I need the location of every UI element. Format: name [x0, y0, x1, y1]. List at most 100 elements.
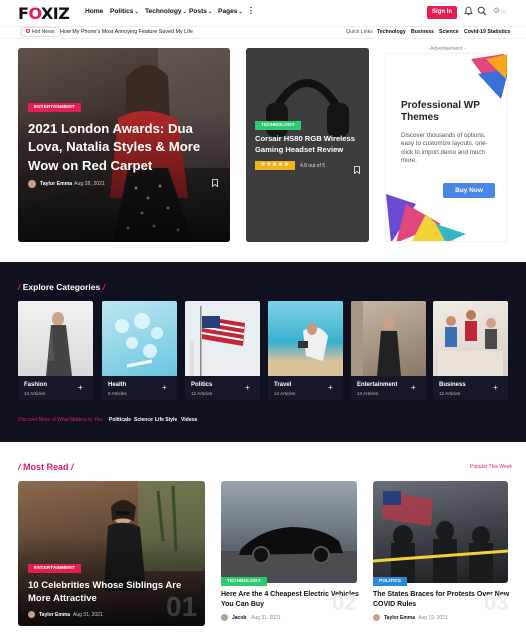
category-badge[interactable]: POLITICS	[373, 577, 408, 586]
category-name: Travel	[274, 382, 292, 388]
category-name: Fashion	[24, 382, 48, 388]
category-card-health[interactable]: Health 9 Articles +	[102, 301, 177, 405]
plus-icon[interactable]: +	[411, 383, 416, 392]
plus-icon[interactable]: +	[162, 383, 167, 392]
category-count: 9 Articles	[108, 391, 127, 396]
quick-link-business[interactable]: Business	[411, 29, 434, 35]
plus-icon[interactable]: +	[328, 383, 333, 392]
category-card-fashion[interactable]: Fashion 14 Articles +	[18, 301, 93, 405]
bookmark-icon[interactable]	[212, 179, 218, 189]
ad-text: Discover thousands of options, easy to c…	[401, 132, 488, 165]
nav-home[interactable]: Home	[85, 8, 103, 15]
author-name[interactable]: Taylor Emma	[40, 181, 72, 187]
buy-now-button[interactable]: Buy Now	[443, 183, 495, 198]
discover-label: Discover More of What Matters to You:	[18, 417, 104, 423]
category-bar: Travel 14 Articles +	[268, 376, 343, 400]
rank-number: 01	[166, 591, 198, 622]
category-image	[268, 301, 343, 376]
category-card-business[interactable]: Business 12 Articles +	[433, 301, 508, 405]
category-name: Health	[108, 382, 127, 388]
bell-icon[interactable]	[464, 6, 473, 18]
discover-link-science[interactable]: Science	[134, 417, 153, 423]
hero-second-card[interactable]: TECHNOLOGY Corsair HS80 RGB Wireless Gam…	[246, 48, 369, 242]
plus-icon[interactable]: +	[493, 383, 498, 392]
advertisement-label: - Advertisement -	[427, 46, 466, 52]
avatar	[28, 611, 35, 618]
most-read-title: / Most Read /	[18, 462, 74, 472]
nav-label: Posts	[189, 8, 207, 15]
chevron-down-icon: ⌄	[134, 9, 139, 15]
logo-end: XIZ	[40, 4, 70, 23]
category-card-travel[interactable]: Travel 14 Articles +	[268, 301, 343, 405]
nav-technology[interactable]: Technology⌄	[145, 8, 187, 15]
quick-link-covid[interactable]: Covid-19 Statistics	[464, 29, 510, 35]
nav-label: Home	[85, 8, 104, 15]
nav-posts[interactable]: Posts⌄	[189, 8, 212, 15]
category-bar: Entertainment 13 Articles +	[351, 376, 426, 400]
plus-icon[interactable]: +	[245, 383, 250, 392]
most-read-card-1[interactable]: ENTERTAINMENT 10 Celebrities Whose Sibli…	[18, 481, 205, 626]
more-menu-icon[interactable]: ⋮	[247, 6, 255, 15]
protest-image	[373, 491, 508, 583]
category-image	[185, 301, 260, 376]
gear-icon[interactable]: ⚙	[493, 6, 500, 15]
category-bar: Health 9 Articles +	[102, 376, 177, 400]
rank-number: 03	[484, 590, 509, 615]
nav-label: Technology	[145, 8, 182, 15]
ad-title: Professional WP Themes	[401, 100, 480, 123]
site-logo[interactable]: FOXIZ	[18, 4, 70, 23]
category-image	[433, 301, 508, 376]
chevron-down-icon: ⌄	[182, 9, 187, 15]
discover-link-lifestyle[interactable]: Life Style	[155, 417, 177, 423]
category-badge[interactable]: ENTERTAINMENT	[28, 564, 81, 573]
category-count: 12 Articles	[191, 391, 213, 396]
nav-label: Pages	[218, 8, 238, 15]
hero-main-card[interactable]: ENTERTAINMENT 2021 London Awards: Dua Lo…	[18, 48, 230, 242]
author-name[interactable]: Taylor Emma	[384, 615, 415, 621]
hero-second-title[interactable]: Corsair HS80 RGB Wireless Gaming Headset…	[255, 134, 365, 156]
category-name: Politics	[191, 382, 213, 388]
theme-toggle[interactable]	[501, 9, 507, 14]
quick-link-science[interactable]: Science	[439, 29, 459, 35]
categories-title: / Explore Categories /	[18, 282, 105, 292]
nav-pages[interactable]: Pages⌄	[218, 8, 243, 15]
author-name[interactable]: Taylor Emma	[39, 612, 70, 618]
category-bar: Politics 12 Articles +	[185, 376, 260, 400]
quick-link-technology[interactable]: Technology	[377, 29, 406, 35]
avatar	[373, 614, 380, 621]
category-badge[interactable]: TECHNOLOGY	[221, 577, 267, 586]
avatar	[28, 180, 36, 188]
category-card-politics[interactable]: Politics 12 Articles +	[185, 301, 260, 405]
category-badge[interactable]: ENTERTAINMENT	[28, 103, 81, 112]
popular-this-week-link[interactable]: Popular This Week	[470, 464, 512, 470]
category-image	[18, 301, 93, 376]
sign-in-button[interactable]: Sign In	[427, 6, 457, 19]
category-card-entertainment[interactable]: Entertainment 13 Articles +	[351, 301, 426, 405]
category-badge[interactable]: TECHNOLOGY	[255, 121, 301, 130]
post-date: Aug 19, 2021	[418, 615, 448, 621]
discover-link-politicals[interactable]: Politicals	[109, 417, 131, 423]
plus-icon[interactable]: +	[78, 383, 83, 392]
search-icon[interactable]	[477, 6, 487, 18]
chevron-down-icon: ⌄	[207, 9, 213, 15]
advertisement-box[interactable]: Professional WP Themes Discover thousand…	[385, 53, 508, 242]
nav-label: Politics	[110, 8, 134, 15]
bookmark-icon[interactable]	[354, 161, 360, 179]
most-read-image-2[interactable]	[221, 481, 357, 583]
hero-main-title[interactable]: 2021 London Awards: Dua Lova, Natalia St…	[28, 120, 223, 175]
hot-dot-icon	[26, 29, 30, 33]
chevron-down-icon: ⌄	[238, 9, 243, 15]
ticker-headline[interactable]: How My Phone's Most Annoying Feature Sav…	[60, 29, 193, 35]
star-rating: ★★★★★	[255, 161, 295, 170]
most-read-image-3[interactable]	[373, 481, 508, 583]
category-image	[102, 301, 177, 376]
category-count: 14 Articles	[274, 391, 296, 396]
discover-link-videos[interactable]: Videos	[181, 417, 197, 423]
post-date: Aug 31, 2021	[73, 612, 103, 618]
quick-links-label: Quick Links	[346, 29, 373, 35]
author-name[interactable]: Jacob	[232, 615, 246, 621]
nav-politics[interactable]: Politics⌄	[110, 8, 139, 15]
category-count: 12 Articles	[439, 391, 461, 396]
category-bar: Business 12 Articles +	[433, 376, 508, 400]
post-date: Aug 28, 2021	[74, 181, 105, 187]
